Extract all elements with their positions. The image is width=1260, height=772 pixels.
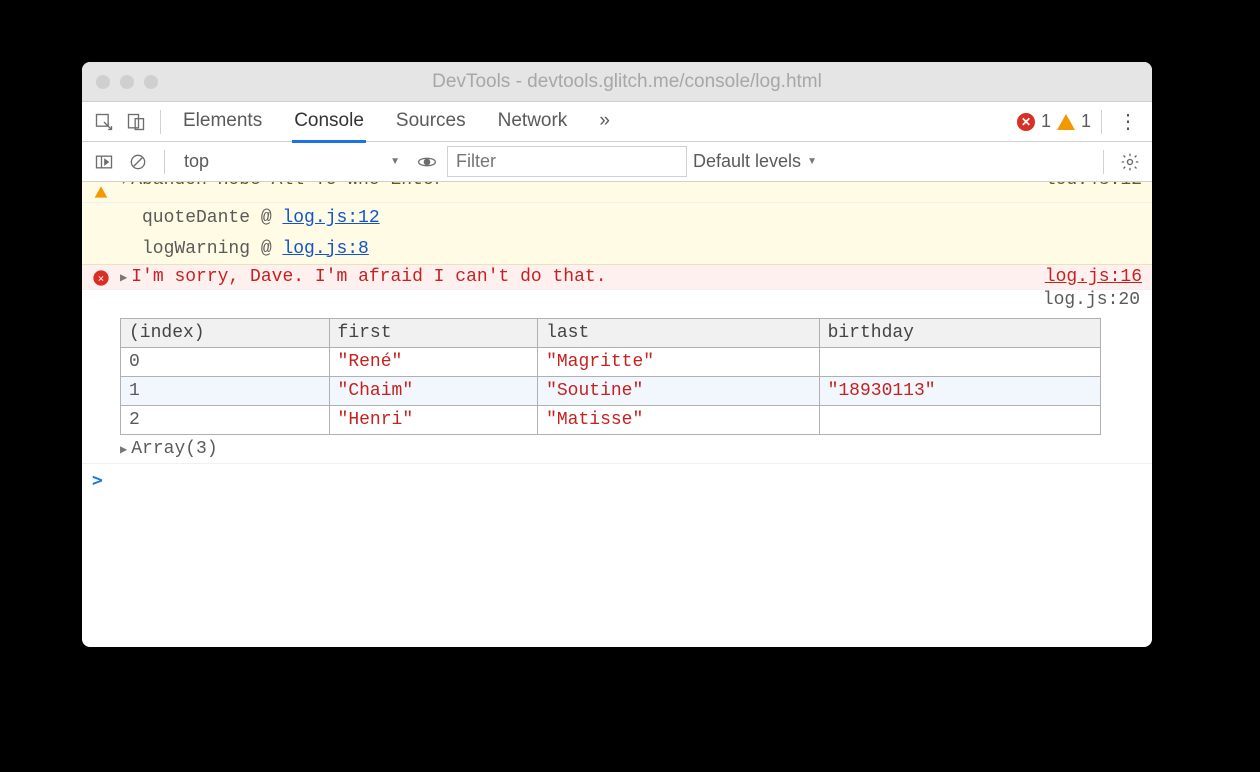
tab-console[interactable]: Console xyxy=(292,102,366,143)
prompt-chevron-icon: > xyxy=(92,470,103,491)
table-cell-index: 2 xyxy=(121,406,330,435)
error-count: 1 xyxy=(1041,111,1051,132)
warning-source-link[interactable]: log.js:12 xyxy=(1035,182,1142,184)
log-level-selector[interactable]: Default levels xyxy=(693,151,817,172)
devtools-window: DevTools - devtools.glitch.me/console/lo… xyxy=(82,62,1152,647)
stack-frame: logWarning @ log.js:8 xyxy=(82,234,1152,265)
tab-network[interactable]: Network xyxy=(496,102,570,142)
separator xyxy=(164,150,165,174)
table-cell-birthday xyxy=(819,406,1101,435)
table-source-link[interactable]: log.js:20 xyxy=(82,290,1152,310)
warning-stack: quoteDante @ log.js:12 logWarning @ log.… xyxy=(82,203,1152,265)
console-error-entry[interactable]: ✕ ▶ I'm sorry, Dave. I'm afraid I can't d… xyxy=(82,265,1152,290)
table-cell-birthday: "18930113" xyxy=(819,377,1101,406)
table-header-first[interactable]: first xyxy=(329,319,538,348)
table-row[interactable]: 0 "René" "Magritte" xyxy=(121,348,1101,377)
error-badge-icon: ✕ xyxy=(1017,113,1035,131)
context-selector-value: top xyxy=(184,151,209,172)
panel-tabs: Elements Console Sources Network » xyxy=(181,102,612,142)
table-cell-first: "Henri" xyxy=(329,406,538,435)
expand-icon[interactable]: ▶ xyxy=(120,442,127,457)
warning-text: Abandon Hope All Ye Who Enter xyxy=(131,182,444,184)
error-source-link[interactable]: log.js:16 xyxy=(1035,267,1142,287)
table-header-birthday[interactable]: birthday xyxy=(819,319,1101,348)
table-cell-birthday xyxy=(819,348,1101,377)
live-expression-icon[interactable] xyxy=(413,148,441,176)
console-table: (index) first last birthday 0 "René" "Ma… xyxy=(120,318,1101,435)
table-cell-index: 0 xyxy=(121,348,330,377)
expand-icon[interactable]: ▶ xyxy=(120,270,127,285)
status-badges[interactable]: ✕ 1 1 xyxy=(1017,111,1091,132)
error-text: I'm sorry, Dave. I'm afraid I can't do t… xyxy=(131,267,606,287)
table-header-last[interactable]: last xyxy=(538,319,820,348)
stack-fn: quoteDante xyxy=(142,208,250,228)
table-cell-last: "Soutine" xyxy=(538,377,820,406)
console-table-entry: (index) first last birthday 0 "René" "Ma… xyxy=(82,310,1152,464)
context-selector[interactable]: top xyxy=(177,148,407,175)
table-row[interactable]: 1 "Chaim" "Soutine" "18930113" xyxy=(121,377,1101,406)
kebab-menu-icon[interactable]: ⋮ xyxy=(1112,109,1144,134)
console-output: ▼ Abandon Hope All Ye Who Enter log.js:12… xyxy=(82,182,1152,647)
sidebar-toggle-icon[interactable] xyxy=(90,148,118,176)
array-summary[interactable]: ▶Array(3) xyxy=(120,439,1142,459)
main-toolbar: Elements Console Sources Network » ✕ 1 1… xyxy=(82,102,1152,142)
console-subbar: top Default levels xyxy=(82,142,1152,182)
tab-overflow[interactable]: » xyxy=(597,102,612,142)
console-prompt[interactable]: > xyxy=(82,464,1152,497)
device-toggle-icon[interactable] xyxy=(122,108,150,136)
tab-sources[interactable]: Sources xyxy=(394,102,468,142)
separator xyxy=(1103,150,1104,174)
warning-count: 1 xyxy=(1081,111,1091,132)
inspect-icon[interactable] xyxy=(90,108,118,136)
filter-input[interactable] xyxy=(447,146,687,177)
expand-icon[interactable]: ▼ xyxy=(120,182,127,184)
stack-fn: logWarning xyxy=(142,239,250,259)
stack-link[interactable]: log.js:8 xyxy=(282,239,368,259)
gear-icon[interactable] xyxy=(1116,148,1144,176)
window-title: DevTools - devtools.glitch.me/console/lo… xyxy=(116,71,1138,93)
stack-link[interactable]: log.js:12 xyxy=(282,208,379,228)
console-warning-entry[interactable]: ▼ Abandon Hope All Ye Who Enter log.js:12 xyxy=(82,182,1152,203)
clear-console-icon[interactable] xyxy=(124,148,152,176)
table-cell-first: "Chaim" xyxy=(329,377,538,406)
table-cell-last: "Magritte" xyxy=(538,348,820,377)
table-row[interactable]: 2 "Henri" "Matisse" xyxy=(121,406,1101,435)
error-icon: ✕ xyxy=(93,271,108,286)
separator xyxy=(1101,110,1102,134)
table-header-index[interactable]: (index) xyxy=(121,319,330,348)
close-icon[interactable] xyxy=(96,75,110,89)
warning-badge-icon xyxy=(1057,114,1075,130)
table-cell-first: "René" xyxy=(329,348,538,377)
titlebar: DevTools - devtools.glitch.me/console/lo… xyxy=(82,62,1152,102)
separator xyxy=(160,110,161,134)
stack-frame: quoteDante @ log.js:12 xyxy=(82,203,1152,234)
table-cell-last: "Matisse" xyxy=(538,406,820,435)
warning-icon xyxy=(95,186,108,197)
log-level-value: Default levels xyxy=(693,151,801,172)
tab-elements[interactable]: Elements xyxy=(181,102,264,142)
table-cell-index: 1 xyxy=(121,377,330,406)
